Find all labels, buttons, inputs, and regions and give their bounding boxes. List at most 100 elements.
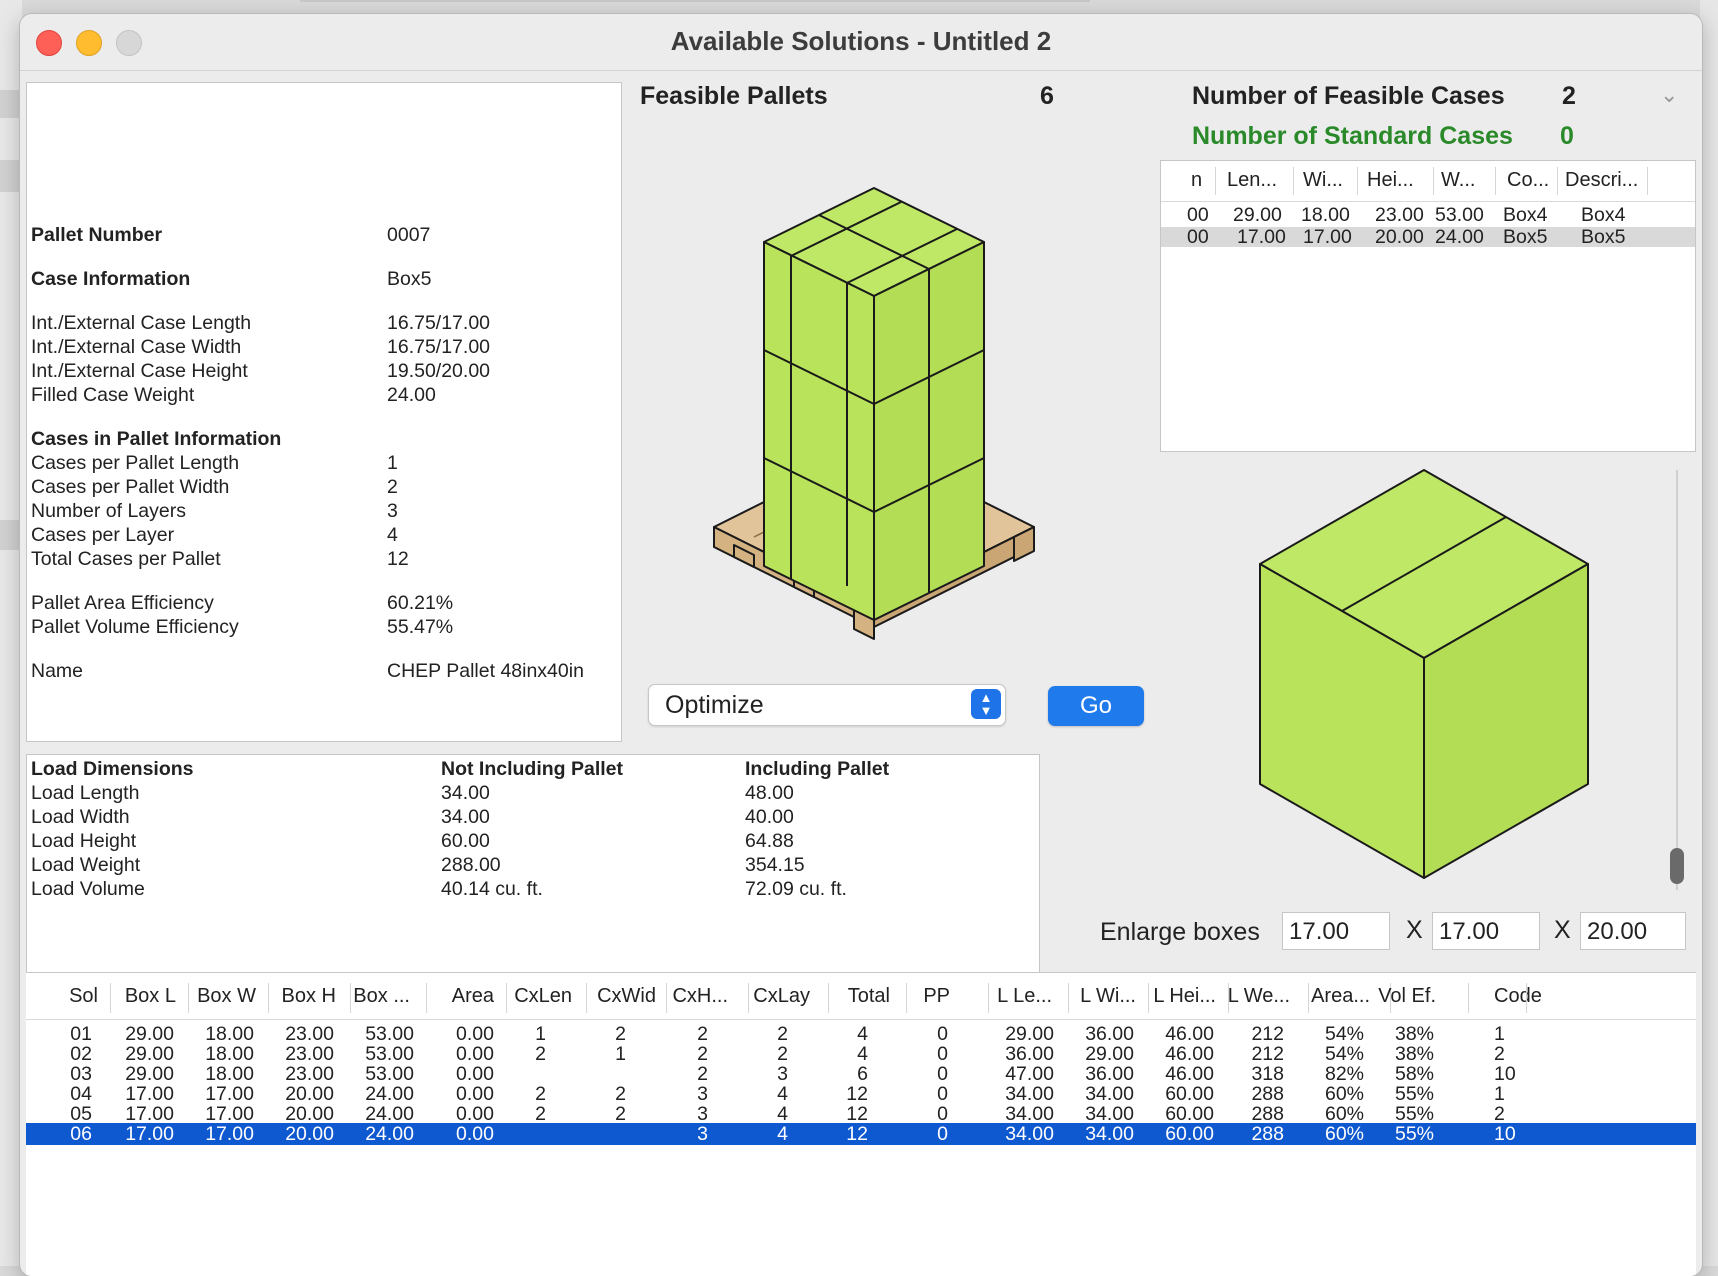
column-header-n[interactable]: n [1191, 169, 1202, 192]
chevron-down-icon[interactable]: ⌄ [1660, 82, 1678, 108]
cell: Box4 [1581, 204, 1626, 226]
column-header-total[interactable]: Total [848, 985, 890, 1008]
column-header-l-width[interactable]: L Wi... [1080, 985, 1136, 1008]
column-header-code[interactable]: Co... [1507, 169, 1549, 192]
table-row[interactable]: 04 17.00 17.00 20.00 24.00 0.00 2 2 3 4 12 0 34.00 34… [26, 1083, 1696, 1105]
column-separator[interactable] [268, 983, 269, 1013]
cell-pp: 0 [937, 1023, 948, 1045]
cases-per-width-row: Cases per Pallet Width 2 [31, 475, 398, 499]
column-header-height[interactable]: Hei... [1367, 169, 1414, 192]
table-row[interactable]: 05 17.00 17.00 20.00 24.00 0.00 2 2 3 4 12 0 34.00 34… [26, 1103, 1696, 1125]
column-header-l-height[interactable]: L Hei... [1153, 985, 1216, 1008]
cell-l-width: 29.00 [1085, 1043, 1134, 1065]
background-window-edge-right [1700, 0, 1718, 1266]
int-ext-height-row: Int./External Case Height 19.50/20.00 [31, 359, 490, 383]
name-row: Name CHEP Pallet 48inx40in [31, 659, 584, 683]
table-row[interactable]: 02 29.00 18.00 23.00 53.00 0.00 2 1 2 2 4 0 36.00 29.… [26, 1043, 1696, 1065]
load-row-label: Load Height [31, 830, 137, 852]
case-info-label: Case Information [31, 268, 191, 290]
column-header-cx-len[interactable]: CxLen [514, 985, 572, 1008]
table-row[interactable]: 01 29.00 18.00 23.00 53.00 0.00 1 2 2 2 4 0 29.00 36.… [26, 1023, 1696, 1045]
preview-scrollbar-track[interactable] [1676, 470, 1678, 890]
table-row[interactable]: 00 29.00 18.00 23.00 53.00 Box4 Box4 [1161, 204, 1695, 226]
cell: Box4 [1503, 204, 1548, 226]
column-separator[interactable] [1068, 983, 1069, 1013]
column-header-length[interactable]: Len... [1227, 169, 1277, 192]
cell-area: 0.00 [456, 1023, 494, 1045]
cell-box-w: 18.00 [205, 1063, 254, 1085]
cell-cx-lay: 4 [777, 1123, 788, 1145]
cell-l-length: 47.00 [1005, 1063, 1054, 1085]
cell-sol: 06 [70, 1123, 92, 1145]
column-separator[interactable] [350, 983, 351, 1013]
enlarge-width-field[interactable]: 17.00 [1432, 912, 1540, 950]
cell-total: 6 [857, 1063, 868, 1085]
column-header-area[interactable]: Area [452, 985, 494, 1008]
column-header-sol[interactable]: Sol [69, 985, 98, 1008]
column-header-pp[interactable]: PP [923, 985, 950, 1008]
cell-l-height: 60.00 [1165, 1103, 1214, 1125]
load-row-label: Load Volume [31, 878, 145, 900]
column-separator[interactable] [1148, 983, 1149, 1013]
column-header-box-weight[interactable]: Box ... [353, 985, 410, 1008]
column-separator[interactable] [1468, 983, 1469, 1013]
column-header-vol-eff[interactable]: Vol Ef. [1378, 985, 1436, 1008]
column-header-width[interactable]: Wi... [1303, 169, 1343, 192]
column-header-l-weight[interactable]: L We... [1228, 985, 1290, 1008]
column-header-box-h[interactable]: Box H [282, 985, 336, 1008]
column-header-description[interactable]: Descri... [1565, 169, 1638, 192]
volume-eff-label: Pallet Volume Efficiency [31, 616, 239, 638]
column-header-cx-height[interactable]: CxH... [672, 985, 728, 1008]
column-separator[interactable] [426, 983, 427, 1013]
cell-sol: 03 [70, 1063, 92, 1085]
column-separator[interactable] [988, 983, 989, 1013]
name-value: CHEP Pallet 48inx40in [387, 660, 584, 682]
cell-sol: 01 [70, 1023, 92, 1045]
cell-box-l: 29.00 [125, 1063, 174, 1085]
cell-l-length: 36.00 [1005, 1043, 1054, 1065]
int-ext-width-label: Int./External Case Width [31, 336, 242, 358]
column-header-l-length[interactable]: L Le... [997, 985, 1052, 1008]
optimize-select[interactable]: Optimize ▲ ▼ [648, 684, 1006, 726]
cell-area: 0.00 [456, 1063, 494, 1085]
column-header-box-w[interactable]: Box W [197, 985, 256, 1008]
cell-l-height: 46.00 [1165, 1063, 1214, 1085]
column-separator[interactable] [188, 983, 189, 1013]
standard-cases-label: Number of Standard Cases [1192, 122, 1513, 150]
enlarge-length-field[interactable]: 17.00 [1282, 912, 1390, 950]
column-header-code[interactable]: Code [1494, 985, 1542, 1008]
column-header-cx-lay[interactable]: CxLay [753, 985, 810, 1008]
load-dimensions-panel: Load Dimensions Not Including Pallet Inc… [26, 754, 1040, 974]
cell-cx-lay: 4 [777, 1083, 788, 1105]
cell-sol: 04 [70, 1083, 92, 1105]
column-separator[interactable] [110, 983, 111, 1013]
column-separator[interactable] [828, 983, 829, 1013]
table-row[interactable]: 03 29.00 18.00 23.00 53.00 0.00 2 3 6 0 47.00 36.00… [26, 1063, 1696, 1085]
cell-l-width: 36.00 [1085, 1063, 1134, 1085]
feasible-pallets-count: 6 [1040, 82, 1054, 110]
load-row-value: 72.09 cu. ft. [745, 878, 847, 900]
load-row-value: 354.15 [745, 854, 805, 876]
go-button[interactable]: Go [1048, 686, 1144, 726]
enlarge-height-field[interactable]: 20.00 [1580, 912, 1686, 950]
cell-vol-eff: 38% [1394, 1023, 1434, 1045]
preview-scrollbar-thumb[interactable] [1670, 848, 1684, 884]
column-header-area-eff[interactable]: Area... [1311, 985, 1370, 1008]
column-separator[interactable] [1308, 983, 1309, 1013]
column-header-cx-wid[interactable]: CxWid [597, 985, 656, 1008]
column-header-box-l[interactable]: Box L [125, 985, 176, 1008]
table-row-selected[interactable]: 06 17.00 17.00 20.00 24.00 0.00 3 4 12 0 34.00 34.0… [26, 1123, 1696, 1145]
background-window-edge [0, 0, 22, 1266]
column-separator[interactable] [748, 983, 749, 1013]
column-separator[interactable] [906, 983, 907, 1013]
column-separator[interactable] [666, 983, 667, 1013]
column-header-weight[interactable]: W... [1441, 169, 1475, 192]
column-separator[interactable] [586, 983, 587, 1013]
solutions-table: Sol Box L Box W Box H Box ... Area CxLen CxWid C… [26, 972, 1696, 1276]
column-separator[interactable] [1526, 983, 1527, 1013]
cell-box-weight: 53.00 [365, 1063, 414, 1085]
table-row-selected[interactable]: 00 17.00 17.00 20.00 24.00 Box5 Box5 [1161, 227, 1695, 248]
cell-pp: 0 [937, 1063, 948, 1085]
cell: 23.00 [1375, 204, 1424, 226]
column-separator[interactable] [506, 983, 507, 1013]
